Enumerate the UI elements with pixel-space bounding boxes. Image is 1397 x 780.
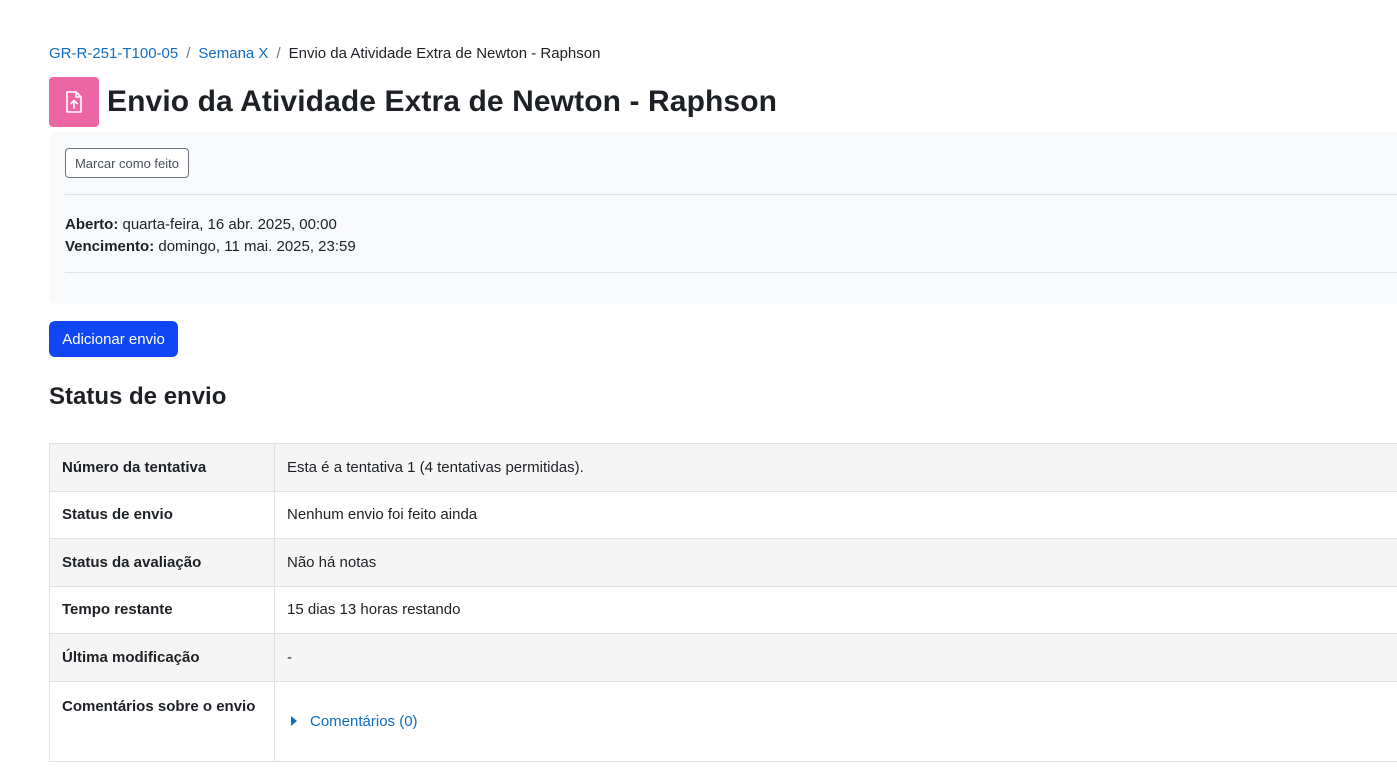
breadcrumb: GR-R-251-T100-05 / Semana X / Envio da A… bbox=[49, 45, 600, 62]
comments-link-label: Comentários (0) bbox=[310, 712, 418, 730]
breadcrumb-course-link[interactable]: GR-R-251-T100-05 bbox=[49, 45, 178, 62]
breadcrumb-current: Envio da Atividade Extra de Newton - Rap… bbox=[288, 45, 601, 62]
assignment-upload-icon bbox=[49, 77, 99, 127]
activity-dates: Aberto: quarta-feira, 16 abr. 2025, 00:0… bbox=[65, 214, 356, 258]
caret-right-icon bbox=[291, 716, 297, 726]
add-submission-button[interactable]: Adicionar envio bbox=[49, 321, 178, 357]
table-row: Status de envio Nenhum envio foi feito a… bbox=[49, 490, 1397, 539]
mark-as-done-button[interactable]: Marcar como feito bbox=[65, 148, 189, 178]
row-label: Número da tentativa bbox=[49, 443, 275, 492]
table-row: Status da avaliação Não há notas bbox=[49, 538, 1397, 587]
row-label: Status de envio bbox=[49, 490, 275, 539]
row-value: Esta é a tentativa 1 (4 tentativas permi… bbox=[274, 443, 1397, 492]
breadcrumb-separator: / bbox=[276, 45, 281, 62]
file-upload-icon bbox=[66, 91, 82, 113]
comments-toggle-link[interactable]: Comentários (0) bbox=[287, 713, 1385, 730]
opened-label: Aberto: bbox=[65, 216, 119, 233]
page-header: Envio da Atividade Extra de Newton - Rap… bbox=[49, 77, 777, 127]
table-row: Última modificação - bbox=[49, 633, 1397, 682]
row-label: Status da avaliação bbox=[49, 538, 275, 587]
breadcrumb-separator: / bbox=[186, 45, 191, 62]
due-value: domingo, 11 mai. 2025, 23:59 bbox=[158, 238, 356, 255]
row-value: Comentários (0) bbox=[274, 680, 1397, 762]
submission-status-table: Número da tentativa Esta é a tentativa 1… bbox=[49, 443, 1397, 762]
divider bbox=[65, 194, 1397, 195]
submission-status-title: Status de envio bbox=[49, 383, 227, 410]
opened-date: Aberto: quarta-feira, 16 abr. 2025, 00:0… bbox=[65, 214, 356, 236]
row-value: - bbox=[274, 633, 1397, 682]
page: GR-R-251-T100-05 / Semana X / Envio da A… bbox=[0, 0, 1397, 780]
due-date: Vencimento: domingo, 11 mai. 2025, 23:59 bbox=[65, 236, 356, 258]
row-label: Comentários sobre o envio bbox=[49, 680, 275, 762]
row-value: Nenhum envio foi feito ainda bbox=[274, 490, 1397, 539]
opened-value: quarta-feira, 16 abr. 2025, 00:00 bbox=[122, 216, 337, 233]
breadcrumb-section-link[interactable]: Semana X bbox=[198, 45, 268, 62]
due-label: Vencimento: bbox=[65, 238, 155, 255]
table-row: Número da tentativa Esta é a tentativa 1… bbox=[49, 443, 1397, 492]
table-row: Tempo restante 15 dias 13 horas restando bbox=[49, 585, 1397, 634]
row-label: Última modificação bbox=[49, 633, 275, 682]
page-title: Envio da Atividade Extra de Newton - Rap… bbox=[107, 85, 778, 118]
activity-info-panel: Marcar como feito Aberto: quarta-feira, … bbox=[49, 132, 1397, 304]
row-value: 15 dias 13 horas restando bbox=[274, 585, 1397, 634]
row-label: Tempo restante bbox=[49, 585, 275, 634]
row-value: Não há notas bbox=[274, 538, 1397, 587]
table-row: Comentários sobre o envio Comentários (0… bbox=[49, 680, 1397, 762]
divider bbox=[65, 272, 1397, 273]
